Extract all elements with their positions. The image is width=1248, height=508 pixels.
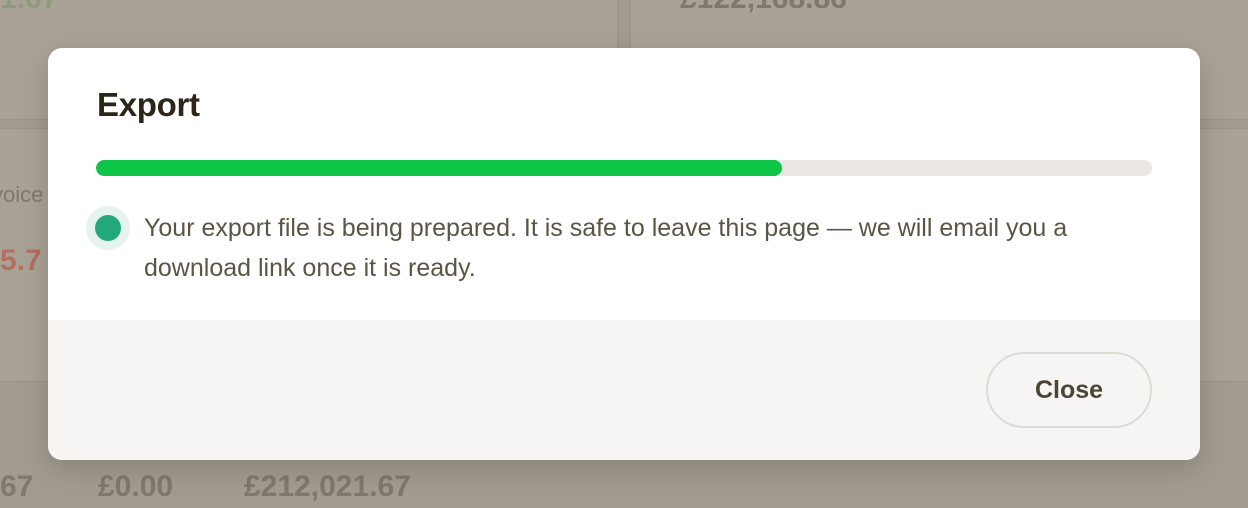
background-amount-side: 5.7 [0, 244, 42, 277]
background-amount-top-right: £122,168.86 [680, 0, 847, 16]
export-modal: Export Your export file is being prepare… [48, 48, 1200, 460]
background-amount-top-left: 1.67 [0, 0, 58, 16]
export-progress-fill [96, 160, 783, 176]
background-amount-bottom-1: 67 [0, 470, 34, 503]
modal-title: Export [97, 86, 200, 123]
background-amount-bottom-3: £212,021.67 [244, 470, 411, 503]
close-button[interactable]: Close [986, 352, 1152, 428]
status-dot-icon [95, 215, 121, 241]
status-indicator [86, 206, 130, 250]
background-label-side: voice [0, 182, 44, 207]
export-status-message: Your export file is being prepared. It i… [144, 214, 1068, 282]
background-amount-bottom-2: £0.00 [98, 470, 174, 503]
modal-footer: Close [48, 320, 1200, 460]
export-progress-bar [96, 160, 1152, 176]
